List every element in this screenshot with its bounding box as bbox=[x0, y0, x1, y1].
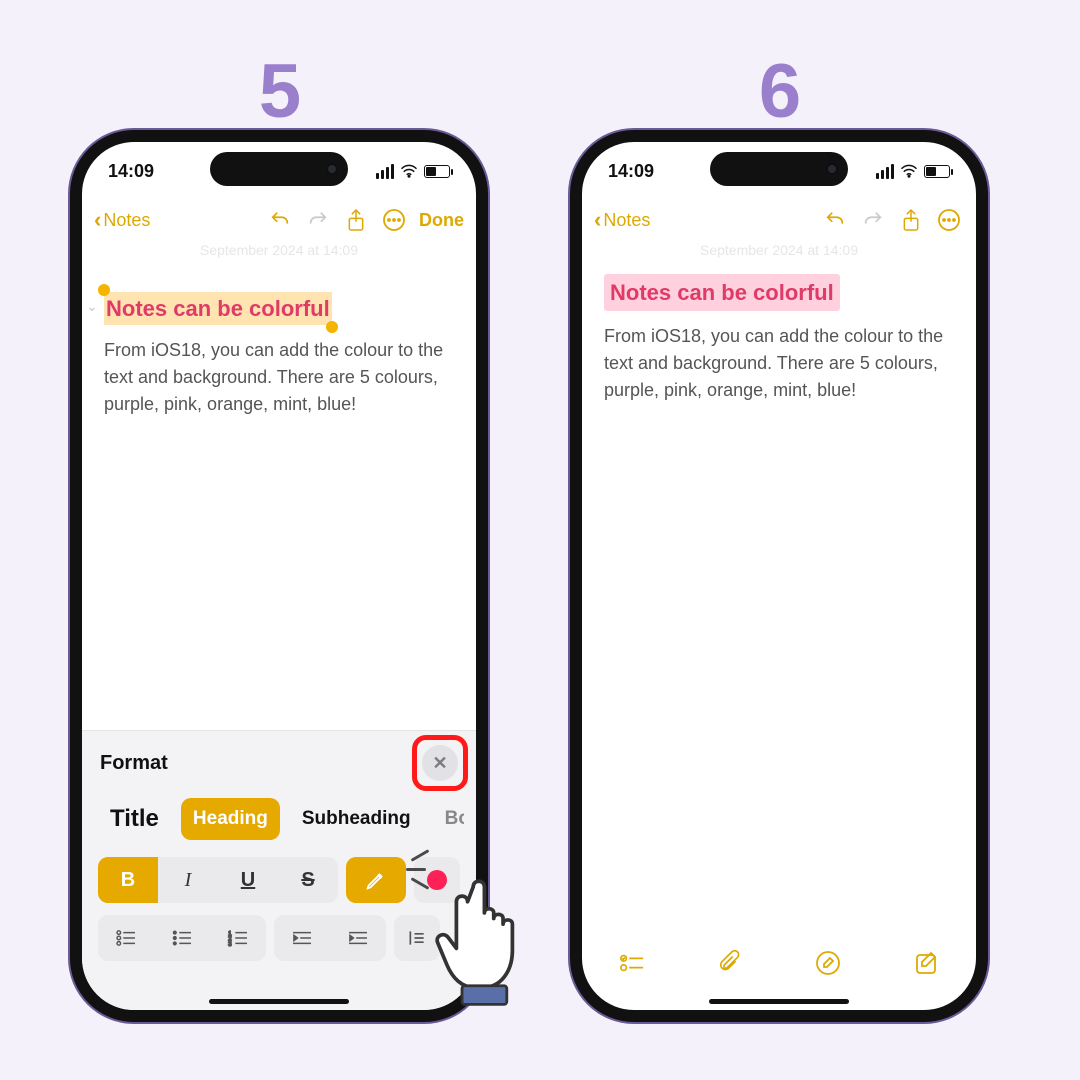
bold-button[interactable]: B bbox=[98, 857, 158, 903]
share-button[interactable] bbox=[896, 205, 926, 235]
checklist-button[interactable] bbox=[619, 952, 645, 979]
undo-button[interactable] bbox=[265, 205, 295, 235]
pencil-icon bbox=[365, 869, 387, 891]
share-icon bbox=[901, 208, 921, 232]
note-body[interactable]: From iOS18, you can add the colour to th… bbox=[104, 337, 454, 418]
cellular-signal-icon bbox=[376, 164, 394, 179]
bullet-list-button[interactable] bbox=[154, 915, 210, 961]
svg-text:3: 3 bbox=[228, 941, 232, 947]
status-bar: 14:09 bbox=[82, 156, 476, 186]
redo-button[interactable] bbox=[303, 205, 333, 235]
chevron-left-icon: ‹ bbox=[594, 207, 601, 233]
step-number-5: 5 bbox=[180, 48, 380, 135]
note-content[interactable]: Notes can be colorful From iOS18, you ca… bbox=[604, 274, 954, 404]
back-label: Notes bbox=[603, 210, 650, 231]
note-date: September 2024 at 14:09 bbox=[82, 242, 476, 258]
battery-icon bbox=[924, 165, 950, 178]
step-number-6: 6 bbox=[680, 48, 880, 135]
nav-bar: ‹ Notes bbox=[582, 198, 976, 242]
attachment-icon bbox=[718, 950, 742, 976]
undo-icon bbox=[269, 209, 291, 231]
undo-button[interactable] bbox=[820, 205, 850, 235]
draw-icon bbox=[815, 950, 841, 976]
back-label: Notes bbox=[103, 210, 150, 231]
list-segment: 123 bbox=[98, 915, 266, 961]
chevron-left-icon: ‹ bbox=[94, 207, 101, 233]
fold-caret-icon[interactable]: ⌄ bbox=[86, 296, 98, 317]
style-title[interactable]: Title bbox=[98, 795, 171, 843]
selected-heading[interactable]: Notes can be colorful bbox=[104, 292, 332, 325]
attachment-button[interactable] bbox=[718, 950, 742, 981]
note-body[interactable]: From iOS18, you can add the colour to th… bbox=[604, 323, 954, 404]
paragraph-style-row[interactable]: Title Heading Subheading Body bbox=[94, 795, 464, 857]
share-icon bbox=[346, 208, 366, 232]
more-button[interactable] bbox=[379, 205, 409, 235]
back-button[interactable]: ‹ Notes bbox=[594, 207, 650, 233]
close-format-button[interactable]: ✕ bbox=[422, 745, 458, 781]
battery-icon bbox=[424, 165, 450, 178]
home-indicator[interactable] bbox=[209, 999, 349, 1004]
redo-button[interactable] bbox=[858, 205, 888, 235]
nav-bar: ‹ Notes Done bbox=[82, 198, 476, 242]
checklist-button[interactable] bbox=[98, 915, 154, 961]
more-icon bbox=[382, 208, 406, 232]
draw-button[interactable] bbox=[815, 950, 841, 981]
done-button[interactable]: Done bbox=[419, 210, 464, 231]
highlight-button[interactable] bbox=[346, 857, 406, 903]
compose-icon bbox=[914, 950, 940, 976]
bottom-toolbar bbox=[582, 940, 976, 990]
status-time: 14:09 bbox=[108, 161, 154, 182]
status-bar: 14:09 bbox=[582, 156, 976, 186]
cellular-signal-icon bbox=[876, 164, 894, 179]
note-date: September 2024 at 14:09 bbox=[582, 242, 976, 258]
note-heading: Notes can be colorful bbox=[106, 292, 330, 325]
strikethrough-button[interactable]: S bbox=[278, 857, 338, 903]
more-icon bbox=[937, 208, 961, 232]
style-subheading[interactable]: Subheading bbox=[290, 798, 423, 840]
status-time: 14:09 bbox=[608, 161, 654, 182]
wifi-icon bbox=[400, 164, 418, 178]
redo-icon bbox=[307, 209, 329, 231]
note-heading[interactable]: Notes can be colorful bbox=[604, 274, 840, 311]
share-button[interactable] bbox=[341, 205, 371, 235]
compose-button[interactable] bbox=[914, 950, 940, 981]
indent-segment bbox=[274, 915, 386, 961]
style-body[interactable]: Body bbox=[433, 798, 464, 840]
close-icon: ✕ bbox=[432, 753, 447, 774]
text-style-segment: B I U S bbox=[98, 857, 338, 903]
style-heading[interactable]: Heading bbox=[181, 798, 280, 840]
indent-button[interactable] bbox=[330, 915, 386, 961]
more-button[interactable] bbox=[934, 205, 964, 235]
phone-step-6: 14:09 ‹ Notes bbox=[570, 130, 988, 1022]
pointer-hand-icon bbox=[430, 870, 550, 1010]
back-button[interactable]: ‹ Notes bbox=[94, 207, 150, 233]
note-content[interactable]: ⌄ Notes can be colorful From iOS18, you … bbox=[104, 292, 454, 418]
italic-button[interactable]: I bbox=[158, 857, 218, 903]
checklist-icon bbox=[619, 952, 645, 974]
home-indicator[interactable] bbox=[709, 999, 849, 1004]
wifi-icon bbox=[900, 164, 918, 178]
format-title: Format bbox=[100, 752, 168, 775]
redo-icon bbox=[862, 209, 884, 231]
undo-icon bbox=[824, 209, 846, 231]
numbered-list-button[interactable]: 123 bbox=[210, 915, 266, 961]
underline-button[interactable]: U bbox=[218, 857, 278, 903]
outdent-button[interactable] bbox=[274, 915, 330, 961]
